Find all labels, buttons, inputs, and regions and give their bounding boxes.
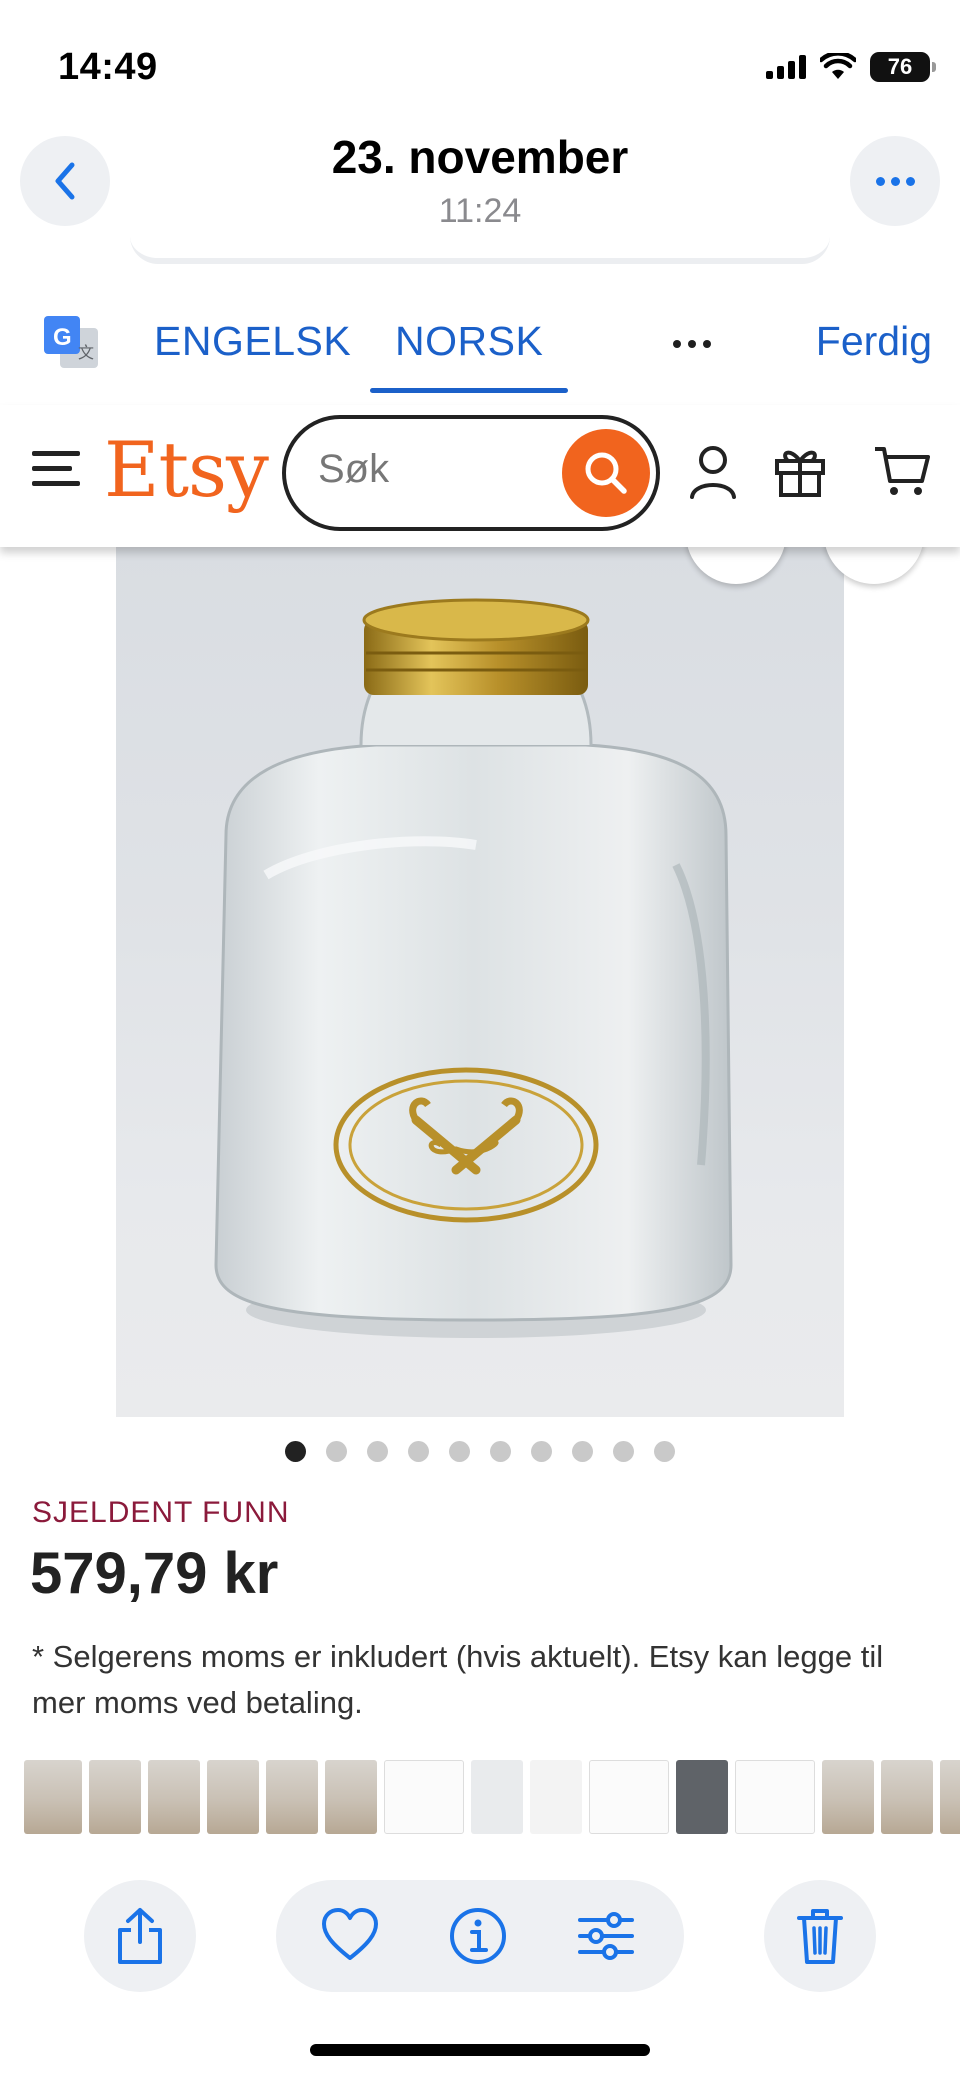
account-icon[interactable] (688, 443, 738, 501)
google-translate-icon: G 文 (44, 316, 98, 368)
search-input[interactable] (318, 447, 538, 492)
search-button[interactable] (562, 429, 650, 517)
carousel-dot[interactable] (449, 1441, 470, 1462)
gift-icon[interactable] (772, 443, 828, 499)
search-bar (282, 415, 660, 531)
carousel-dot[interactable] (572, 1441, 593, 1462)
carousel-dot[interactable] (654, 1441, 675, 1462)
carousel-dot[interactable] (408, 1441, 429, 1462)
rare-find-badge: SJELDENT FUNN (32, 1496, 290, 1529)
thumbnail[interactable] (530, 1760, 582, 1834)
carousel-dot[interactable] (531, 1441, 552, 1462)
delete-button[interactable] (764, 1880, 876, 1992)
product-image[interactable] (116, 545, 844, 1417)
search-icon (585, 452, 627, 494)
translate-more-icon[interactable] (673, 340, 711, 348)
photo-time: 11:24 (438, 192, 522, 230)
carousel-dot[interactable] (285, 1441, 306, 1462)
thumbnail[interactable] (676, 1760, 728, 1834)
battery-icon: 76 (870, 52, 936, 82)
header-divider (130, 236, 830, 264)
thumbnail[interactable] (384, 1760, 464, 1834)
thumbnail[interactable] (148, 1760, 200, 1834)
active-tab-indicator (370, 388, 568, 393)
share-icon (118, 1908, 162, 1964)
cart-icon[interactable] (872, 443, 932, 499)
heart-icon[interactable] (320, 1906, 380, 1966)
thumbnail[interactable] (822, 1760, 874, 1834)
etsy-logo[interactable]: Etsy (104, 425, 269, 514)
etsy-header: Etsy (0, 405, 960, 547)
thumbnail[interactable] (881, 1760, 933, 1834)
image-carousel-dots[interactable] (285, 1441, 675, 1462)
thumbnail[interactable] (471, 1760, 523, 1834)
carousel-dot[interactable] (367, 1441, 388, 1462)
photo-date: 23. november (331, 131, 629, 183)
carousel-dot[interactable] (613, 1441, 634, 1462)
wifi-icon (820, 53, 856, 79)
thumbnail[interactable] (735, 1760, 815, 1834)
thumbnail[interactable] (589, 1760, 669, 1834)
vat-note: * Selgerens moms er inkludert (hvis aktu… (32, 1639, 884, 1720)
thumbnail[interactable] (266, 1760, 318, 1834)
thumbnail[interactable] (207, 1760, 259, 1834)
thumbnail[interactable] (325, 1760, 377, 1834)
svg-text:文: 文 (78, 343, 94, 362)
thumbnail[interactable] (89, 1760, 141, 1834)
photo-actions-group (276, 1880, 684, 1992)
svg-text:G: G (53, 324, 72, 351)
battery-level: 76 (887, 54, 913, 79)
status-icons: 76 (766, 52, 936, 82)
done-button[interactable]: Ferdig (816, 318, 932, 365)
price: 579,79 kr (30, 1541, 279, 1606)
trash-icon (797, 1909, 843, 1964)
tab-source-language[interactable]: ENGELSK (154, 318, 351, 365)
adjust-icon[interactable] (576, 1906, 636, 1966)
tab-target-language[interactable]: NORSK (395, 318, 543, 365)
carousel-dot[interactable] (326, 1441, 347, 1462)
photo-thumbnail-strip[interactable] (0, 1755, 960, 1839)
cellular-signal-icon (766, 55, 806, 79)
thumbnail[interactable] (940, 1760, 960, 1834)
thumbnail-list[interactable] (24, 1760, 960, 1834)
carousel-dot[interactable] (490, 1441, 511, 1462)
more-button[interactable] (850, 136, 940, 226)
home-indicator[interactable] (310, 2044, 650, 2056)
status-time: 14:49 (58, 46, 158, 88)
thumbnail[interactable] (24, 1760, 82, 1834)
glass-bottle-image (214, 598, 733, 1338)
info-icon[interactable] (448, 1906, 508, 1966)
menu-icon[interactable] (32, 451, 80, 496)
share-button[interactable] (84, 1880, 196, 1992)
ellipsis-icon (875, 176, 915, 186)
